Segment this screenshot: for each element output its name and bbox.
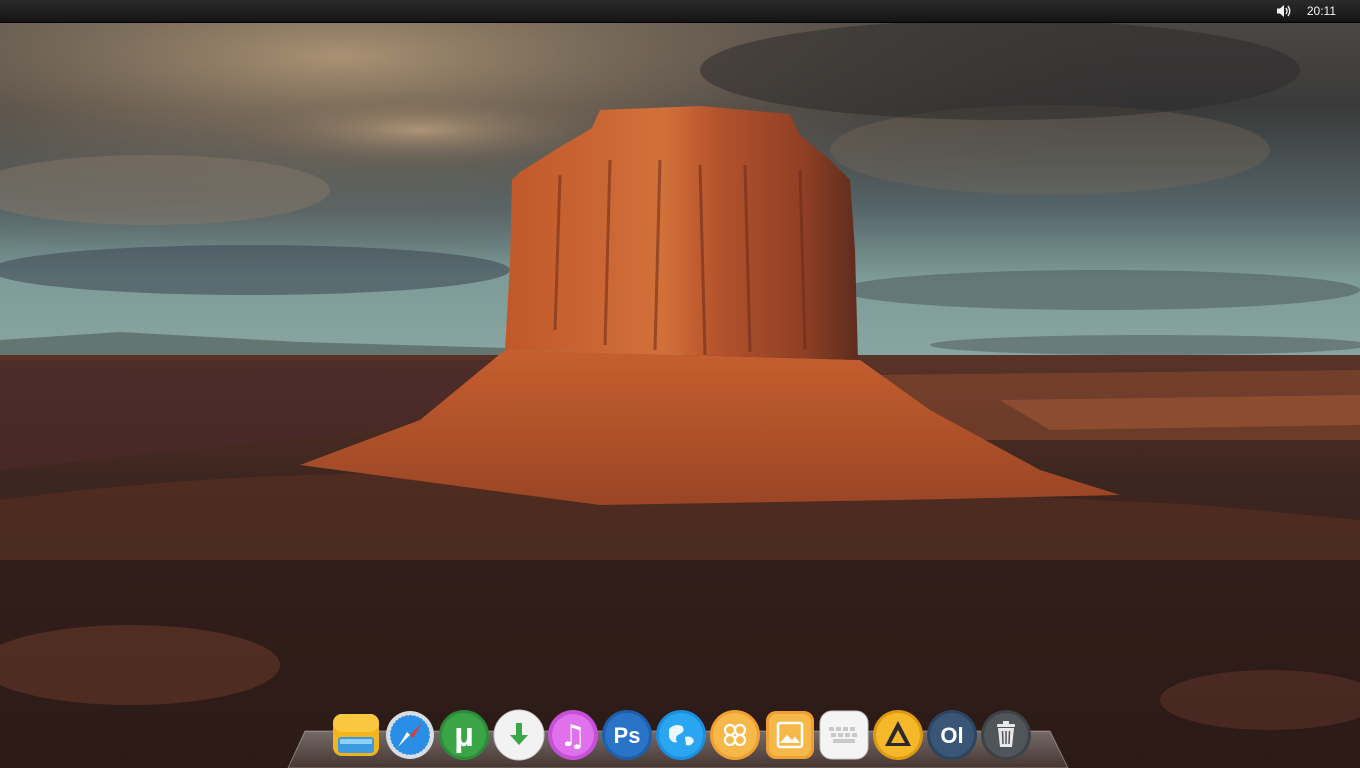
photoshop-glyph: Ps (613, 723, 640, 748)
dock: µ ♫ Ps Ol (330, 709, 1032, 763)
photoshop-icon[interactable]: Ps (601, 709, 653, 761)
finder-icon[interactable] (330, 709, 382, 761)
aimp-player-icon[interactable] (872, 709, 924, 761)
utorrent-icon[interactable]: µ (438, 709, 490, 761)
desktop-wallpaper (0, 20, 1360, 768)
safari-compass-icon[interactable] (384, 709, 436, 761)
download-arrow-icon[interactable] (493, 709, 545, 761)
top-menu-bar: 20:11 (0, 0, 1360, 23)
utorrent-glyph: µ (455, 716, 475, 754)
trash-icon[interactable] (980, 709, 1032, 761)
internet-globe-icon[interactable] (655, 709, 707, 761)
music-note-glyph: ♫ (559, 719, 586, 754)
image-viewer-icon[interactable] (764, 709, 816, 761)
flower-folder-icon[interactable] (709, 709, 761, 761)
clock[interactable]: 20:11 (1307, 4, 1336, 18)
keyboard-icon[interactable] (818, 709, 870, 761)
itunes-music-icon[interactable]: ♫ (547, 709, 599, 761)
ol-app-icon[interactable]: Ol (926, 709, 978, 761)
ol-glyph: Ol (940, 723, 963, 748)
speaker-volume-icon[interactable] (1275, 3, 1293, 19)
